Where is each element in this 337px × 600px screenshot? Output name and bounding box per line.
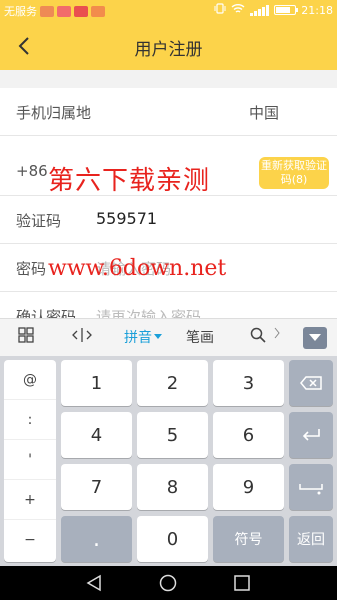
notification-icon bbox=[74, 5, 88, 17]
symbol-key[interactable]: @ bbox=[4, 360, 56, 400]
symbol-switch-key[interactable]: 符号 bbox=[213, 516, 284, 562]
key-3[interactable]: 3 bbox=[213, 360, 284, 406]
password-label: 密码 bbox=[16, 260, 47, 278]
notification-icon bbox=[57, 5, 71, 17]
caret-down-icon bbox=[154, 334, 162, 339]
key-8[interactable]: 8 bbox=[137, 464, 208, 510]
keyboard-toolbar: 拼音 笔画 bbox=[0, 318, 337, 356]
watermark-text: 第六下载亲测 bbox=[48, 166, 211, 196]
numeric-keyboard: @ : ' + − 1 2 3 4 5 6 7 8 9 . 0 符号 返回 bbox=[0, 356, 337, 566]
enter-key[interactable] bbox=[289, 412, 333, 458]
code-input[interactable]: 559571 bbox=[96, 209, 157, 228]
key-7[interactable]: 7 bbox=[61, 464, 132, 510]
get-code-button[interactable]: 重新获取验证码(8) bbox=[259, 157, 329, 189]
key-5[interactable]: 5 bbox=[137, 412, 208, 458]
key-2[interactable]: 2 bbox=[137, 360, 208, 406]
symbol-key[interactable]: − bbox=[4, 520, 56, 560]
stroke-mode[interactable]: 笔画 bbox=[186, 327, 214, 347]
wifi-icon bbox=[231, 3, 245, 17]
circle-home-icon bbox=[159, 574, 177, 592]
vibrate-icon bbox=[214, 3, 226, 17]
clock: 21:18 bbox=[301, 3, 333, 17]
key-9[interactable]: 9 bbox=[213, 464, 284, 510]
chevron-right-icon[interactable] bbox=[274, 327, 280, 339]
triangle-back-icon bbox=[86, 574, 101, 592]
enter-icon bbox=[302, 429, 320, 441]
symbol-key[interactable]: + bbox=[4, 480, 56, 520]
nav-recents-button[interactable] bbox=[232, 573, 252, 593]
notification-icon bbox=[40, 5, 54, 17]
space-key[interactable] bbox=[289, 464, 333, 510]
app-header: 用户注册 bbox=[0, 22, 337, 70]
symbol-key[interactable]: ' bbox=[4, 440, 56, 480]
square-recents-icon bbox=[234, 575, 250, 591]
system-nav-bar bbox=[0, 566, 337, 600]
backspace-key[interactable] bbox=[289, 360, 333, 406]
page-title: 用户注册 bbox=[134, 40, 203, 60]
status-bar: 无服务 21:18 bbox=[0, 0, 337, 22]
code-row[interactable]: 验证码 559571 bbox=[0, 196, 337, 244]
pinyin-mode[interactable]: 拼音 bbox=[124, 327, 162, 347]
space-icon bbox=[299, 484, 323, 495]
symbol-key[interactable]: : bbox=[4, 400, 56, 440]
status-left: 无服务 bbox=[4, 3, 105, 19]
carrier-label: 无服务 bbox=[4, 5, 37, 18]
chevron-down-icon bbox=[309, 334, 321, 341]
cursor-move-icon[interactable] bbox=[72, 327, 92, 343]
section-divider bbox=[0, 70, 337, 88]
key-6[interactable]: 6 bbox=[213, 412, 284, 458]
code-label: 验证码 bbox=[16, 212, 62, 230]
key-0[interactable]: 0 bbox=[137, 516, 208, 562]
confirm-password-input[interactable]: 请再次输入密码 bbox=[96, 306, 201, 318]
grid-icon[interactable] bbox=[18, 327, 34, 343]
status-right: 21:18 bbox=[214, 3, 333, 17]
region-label: 手机归属地 bbox=[16, 104, 92, 122]
confirm-password-row[interactable]: 确认密码 请再次输入密码 bbox=[0, 292, 337, 318]
region-value: 中国 bbox=[248, 104, 279, 122]
country-code: +86 bbox=[16, 162, 48, 180]
pinyin-label: 拼音 bbox=[124, 330, 152, 346]
battery-icon bbox=[274, 5, 299, 15]
nav-home-button[interactable] bbox=[158, 573, 178, 593]
nav-back-button[interactable] bbox=[84, 573, 104, 593]
signal-icon bbox=[250, 4, 270, 16]
symbol-column[interactable]: @ : ' + − bbox=[4, 360, 56, 562]
confirm-password-label: 确认密码 bbox=[16, 308, 77, 318]
region-row[interactable]: 手机归属地 中国 bbox=[0, 88, 337, 136]
search-icon[interactable] bbox=[250, 327, 266, 343]
hide-keyboard-button[interactable] bbox=[303, 327, 327, 349]
notification-icon bbox=[91, 5, 105, 17]
backspace-icon bbox=[300, 376, 322, 390]
dot-key[interactable]: . bbox=[61, 516, 132, 562]
watermark-url: www.6down.net bbox=[48, 256, 227, 281]
key-1[interactable]: 1 bbox=[61, 360, 132, 406]
return-key[interactable]: 返回 bbox=[289, 516, 333, 562]
key-4[interactable]: 4 bbox=[61, 412, 132, 458]
